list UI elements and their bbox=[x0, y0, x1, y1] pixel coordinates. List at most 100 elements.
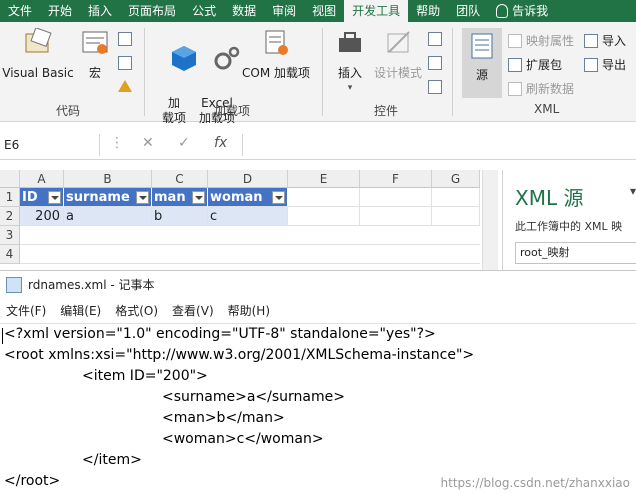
cell[interactable] bbox=[432, 207, 480, 226]
tab-formulas[interactable]: 公式 bbox=[184, 0, 224, 22]
insert-control-button[interactable]: 插入 ▾ bbox=[330, 28, 370, 96]
cell[interactable] bbox=[360, 207, 432, 226]
name-box[interactable]: E6 bbox=[0, 134, 100, 156]
filter-dropdown-icon[interactable] bbox=[48, 191, 61, 204]
view-code-icon bbox=[428, 56, 442, 70]
table-header-cell[interactable]: surname bbox=[64, 188, 152, 207]
group-separator bbox=[452, 28, 453, 116]
macro-security-button[interactable] bbox=[118, 80, 132, 92]
tab-data[interactable]: 数据 bbox=[224, 0, 264, 22]
tab-file[interactable]: 文件 bbox=[0, 0, 40, 22]
empty-row[interactable] bbox=[20, 245, 480, 264]
text-line: <item ID="200"> bbox=[82, 368, 208, 384]
menu-view[interactable]: 查看(V) bbox=[166, 301, 222, 321]
filter-dropdown-icon[interactable] bbox=[136, 191, 149, 204]
filter-dropdown-icon[interactable] bbox=[192, 191, 205, 204]
tab-view[interactable]: 视图 bbox=[304, 0, 344, 22]
tell-me-label: 告诉我 bbox=[512, 4, 549, 18]
tab-page-layout[interactable]: 页面布局 bbox=[120, 0, 184, 22]
export-label: 导出 bbox=[602, 58, 627, 72]
ribbon-body: Visual Basic 宏 代码 加 载项 Excel 加载项 COM 加载项… bbox=[0, 22, 636, 125]
refresh-data-label: 刷新数据 bbox=[526, 82, 575, 96]
cell[interactable] bbox=[288, 207, 360, 226]
group-label-controls: 控件 bbox=[374, 104, 399, 118]
menu-bar: 文件(F) 编辑(E) 格式(O) 查看(V) 帮助(H) bbox=[0, 301, 636, 321]
cell[interactable] bbox=[432, 188, 480, 207]
insert-function-icon[interactable]: fx bbox=[214, 135, 227, 151]
cancel-icon[interactable]: ✕ bbox=[142, 135, 154, 151]
tab-insert[interactable]: 插入 bbox=[80, 0, 120, 22]
table-header-cell[interactable]: woman bbox=[208, 188, 288, 207]
tab-review[interactable]: 审阅 bbox=[264, 0, 304, 22]
run-dialog-button[interactable] bbox=[428, 80, 446, 94]
table-header-cell[interactable]: ID bbox=[20, 188, 64, 207]
menu-file[interactable]: 文件(F) bbox=[0, 301, 54, 321]
more-options-icon[interactable]: ⋮ bbox=[110, 135, 124, 151]
column-header[interactable]: C bbox=[152, 170, 208, 188]
ribbon-tab-bar: 文件 开始 插入 页面布局 公式 数据 审阅 视图 开发工具 帮助 团队 告诉我 bbox=[0, 0, 636, 22]
properties-button[interactable] bbox=[428, 32, 446, 46]
empty-row[interactable] bbox=[20, 226, 480, 245]
macro-button[interactable]: 宏 bbox=[78, 28, 112, 81]
group-separator bbox=[322, 28, 323, 116]
row-header[interactable]: 3 bbox=[0, 226, 20, 245]
table-cell[interactable]: 200 bbox=[20, 207, 64, 226]
tab-team[interactable]: 团队 bbox=[448, 0, 488, 22]
formula-input[interactable] bbox=[242, 134, 636, 156]
table-header-cell[interactable]: man bbox=[152, 188, 208, 207]
expansion-packs-label: 扩展包 bbox=[526, 58, 563, 72]
table-cell[interactable]: c bbox=[208, 207, 288, 226]
visual-basic-button[interactable]: Visual Basic bbox=[2, 27, 74, 81]
column-header[interactable]: A bbox=[20, 170, 64, 188]
view-code-button[interactable] bbox=[428, 56, 446, 70]
tab-help[interactable]: 帮助 bbox=[408, 0, 448, 22]
enter-icon[interactable]: ✓ bbox=[178, 135, 190, 151]
column-header[interactable]: F bbox=[360, 170, 432, 188]
row-header[interactable]: 4 bbox=[0, 245, 20, 264]
text-caret bbox=[2, 328, 3, 344]
formula-bar: E6 ⋮ ✕ ✓ fx bbox=[0, 130, 636, 160]
expansion-packs-button[interactable]: 扩展包 bbox=[508, 56, 562, 73]
xml-source-button[interactable]: 源 bbox=[462, 28, 502, 98]
row-header[interactable]: 2 bbox=[0, 207, 20, 226]
menu-format[interactable]: 格式(O) bbox=[109, 301, 166, 321]
design-mode-button[interactable]: 设计模式 bbox=[370, 28, 426, 81]
macro-label: 宏 bbox=[88, 66, 101, 80]
record-macro-button[interactable] bbox=[118, 32, 136, 46]
text-editor[interactable]: <?xml version="1.0" encoding="UTF-8" sta… bbox=[0, 323, 636, 494]
chevron-down-icon[interactable]: ▾ bbox=[630, 184, 636, 198]
warning-icon bbox=[118, 80, 132, 92]
xml-map-select[interactable]: root_映射 bbox=[515, 242, 636, 264]
map-properties-button[interactable]: 映射属性 bbox=[508, 32, 574, 49]
tab-tell-me[interactable]: 告诉我 bbox=[488, 0, 556, 22]
text-line: <man>b</man> bbox=[162, 410, 285, 426]
com-addins-button[interactable]: COM 加载项 bbox=[240, 28, 312, 81]
column-header[interactable]: D bbox=[208, 170, 288, 188]
column-header[interactable]: E bbox=[288, 170, 360, 188]
select-all-corner[interactable] bbox=[0, 170, 20, 188]
menu-edit[interactable]: 编辑(E) bbox=[54, 301, 109, 321]
vertical-scrollbar[interactable] bbox=[482, 170, 498, 270]
table-cell[interactable]: a bbox=[64, 207, 152, 226]
table-cell[interactable]: b bbox=[152, 207, 208, 226]
design-mode-icon bbox=[387, 31, 410, 53]
text-line: </item> bbox=[82, 452, 142, 468]
cell[interactable] bbox=[360, 188, 432, 207]
cell[interactable] bbox=[288, 188, 360, 207]
tab-home[interactable]: 开始 bbox=[40, 0, 80, 22]
filter-dropdown-icon[interactable] bbox=[272, 191, 285, 204]
refresh-data-button[interactable]: 刷新数据 bbox=[508, 80, 574, 97]
notepad-window: rdnames.xml - 记事本 文件(F) 编辑(E) 格式(O) 查看(V… bbox=[0, 270, 636, 494]
export-button[interactable]: 导出 bbox=[584, 56, 626, 73]
group-separator bbox=[144, 28, 145, 116]
run-dialog-icon bbox=[428, 80, 442, 94]
chevron-down-icon: ▾ bbox=[347, 83, 353, 93]
import-button[interactable]: 导入 bbox=[584, 32, 626, 49]
row-header[interactable]: 1 bbox=[0, 188, 20, 207]
column-header[interactable]: B bbox=[64, 170, 152, 188]
menu-help[interactable]: 帮助(H) bbox=[222, 301, 278, 321]
tab-developer[interactable]: 开发工具 bbox=[344, 0, 409, 22]
header-label: man bbox=[154, 190, 186, 205]
column-header[interactable]: G bbox=[432, 170, 480, 188]
relative-ref-button[interactable] bbox=[118, 56, 136, 70]
